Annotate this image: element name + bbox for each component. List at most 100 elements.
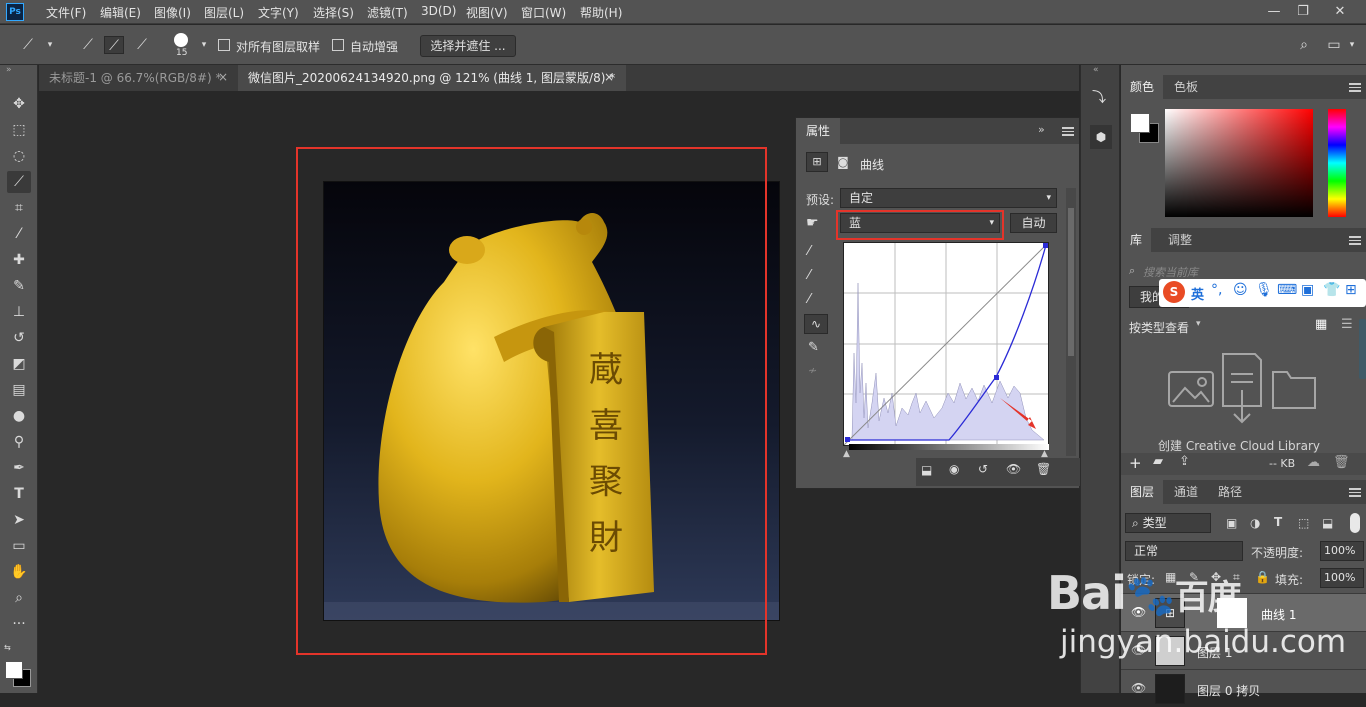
list-view-icon[interactable]: ☰ [1341,317,1353,332]
reset-icon[interactable]: ↺ [978,462,988,476]
close-button[interactable]: ✕ [1326,2,1354,22]
restore-button[interactable]: ❐ [1289,2,1317,22]
skin-icon[interactable]: 👕 [1323,282,1340,298]
swap-colors-icon[interactable]: ⇆ [4,643,14,653]
trash-icon[interactable]: 🗑 [1333,455,1350,470]
keyboard-icon[interactable]: ⌨ [1277,282,1297,298]
fill-input[interactable]: 100% [1320,568,1364,588]
menu-image[interactable]: 图像(I) [154,4,191,21]
history-brush-tool-icon[interactable]: ↺ [7,327,31,349]
visibility-eye-icon[interactable]: 👁 [1006,462,1021,476]
punctuation-icon[interactable]: °, [1211,282,1222,298]
path-selection-tool-icon[interactable]: ➤ [7,509,31,531]
menu-window[interactable]: 窗口(W) [521,4,566,21]
lasso-tool-icon[interactable]: ◌ [7,145,31,167]
voice-icon[interactable]: 🎙 [1255,282,1273,298]
workspace-icon[interactable]: ▭ [1324,36,1344,54]
smooth-curve-icon[interactable]: ≁ [808,364,817,377]
tab-properties[interactable]: 属性 [796,118,840,144]
filter-pixel-icon[interactable]: ▣ [1226,516,1237,530]
blur-tool-icon[interactable]: ● [7,405,31,427]
menu-select[interactable]: 选择(S) [313,4,354,21]
subtract-selection-icon[interactable]: ⟋ [132,36,152,54]
filter-shape-icon[interactable]: ⬚ [1298,516,1309,530]
collapse-icon[interactable]: « [1093,65,1099,75]
toolbox-icon[interactable]: ▣ [1301,282,1314,298]
filter-adjustment-icon[interactable]: ◑ [1250,516,1260,530]
view-previous-icon[interactable]: ◉ [949,462,959,476]
tab-swatches[interactable]: 色板 [1165,75,1207,99]
more-icon[interactable]: ⊞ [1345,282,1357,298]
properties-scrollbar[interactable] [1066,188,1076,456]
add-to-selection-icon[interactable]: ⟋ [104,36,124,54]
library-search-input[interactable]: 搜索当前库 [1143,264,1198,280]
tab-libraries[interactable]: 库 [1121,228,1152,252]
select-and-mask-button[interactable]: 选择并遮住 ... [420,35,516,57]
rectangle-tool-icon[interactable]: ▭ [7,535,31,557]
filter-toggle[interactable] [1350,513,1360,533]
emoji-icon[interactable]: ☺ [1233,282,1248,298]
ime-language[interactable]: 英 [1191,284,1204,303]
gray-point-eyedropper-icon[interactable]: ⁄ [808,268,810,283]
collapse-icon[interactable]: » [6,65,12,75]
auto-button[interactable]: 自动 [1010,213,1057,233]
dodge-tool-icon[interactable]: ⚲ [7,431,31,453]
chevron-down-icon[interactable]: ▾ [40,36,60,54]
new-selection-icon[interactable]: ⟋ [78,36,98,54]
brush-tool-icon[interactable]: ✎ [7,275,31,297]
gradient-tool-icon[interactable]: ▤ [7,379,31,401]
delete-icon[interactable]: 🗑 [1036,462,1051,476]
menu-view[interactable]: 视图(V) [466,4,508,21]
panel-menu-icon[interactable] [1349,236,1361,245]
view-by-type[interactable]: 按类型查看 [1129,319,1189,336]
menu-type[interactable]: 文字(Y) [258,4,299,21]
filter-smart-object-icon[interactable]: ⬓ [1322,516,1333,530]
folder-icon[interactable]: ▰ [1153,454,1163,469]
eraser-tool-icon[interactable]: ◩ [7,353,31,375]
cloud-sync-icon[interactable]: ☁ [1307,455,1320,470]
curve-point-tool-icon[interactable]: ∿ [804,314,828,334]
search-icon[interactable]: ⌕ [1294,36,1314,54]
quick-selection-tool-icon[interactable]: ⟋ [7,171,31,193]
hand-tool-icon[interactable]: ✋ [7,561,31,583]
properties-panel-icon[interactable]: ⬢ [1090,125,1112,149]
tab-layers[interactable]: 图层 [1121,480,1164,504]
crop-tool-icon[interactable]: ⌗ [7,197,31,219]
auto-enhance-checkbox[interactable] [332,39,344,51]
panel-collapse-icon[interactable]: » [1038,123,1045,136]
tab-wechat-image[interactable]: 微信图片_20200624134920.png @ 121% (曲线 1, 图层… [238,65,626,91]
healing-brush-tool-icon[interactable]: ✚ [7,249,31,271]
add-icon[interactable]: + [1129,454,1142,472]
chevron-down-icon[interactable]: ▾ [1196,319,1201,329]
sample-all-layers-checkbox[interactable] [218,39,230,51]
panel-menu-icon[interactable] [1349,488,1361,497]
layer-name[interactable]: 图层 0 拷贝 [1197,682,1260,699]
curves-graph[interactable] [843,242,1049,446]
tab-paths[interactable]: 路径 [1209,480,1251,504]
layer-row[interactable]: 👁 图层 0 拷贝 [1121,669,1366,707]
panel-menu-icon[interactable] [1349,83,1361,92]
target-adjustment-icon[interactable]: ☛ [806,215,819,231]
pen-tool-icon[interactable]: ✒ [7,457,31,479]
quick-selection-preset-icon[interactable]: ⟋ [18,36,38,54]
brush-chevron-icon[interactable]: ▾ [194,36,214,54]
clip-to-layer-icon[interactable]: ⬓ [921,463,932,477]
tab-untitled[interactable]: 未标题-1 @ 66.7%(RGB/8#) * [39,65,237,91]
lock-all-icon[interactable]: 🔒 [1255,570,1270,584]
move-tool-icon[interactable]: ✥ [7,93,31,115]
more-tools-icon[interactable]: ··· [7,613,31,635]
blend-mode-dropdown[interactable]: 正常 [1125,541,1243,561]
tab-channels[interactable]: 通道 [1165,480,1207,504]
layer-filter-dropdown[interactable]: ⌕ 类型 [1125,513,1211,533]
layer-mask-icon[interactable]: ◙ [832,152,854,172]
pencil-curve-icon[interactable]: ✎ [808,340,819,355]
layer-name[interactable]: 曲线 1 [1261,606,1296,623]
menu-file[interactable]: 文件(F) [46,4,86,21]
menu-help[interactable]: 帮助(H) [580,4,622,21]
opacity-input[interactable]: 100% [1320,541,1364,561]
foreground-color-swatch[interactable] [5,661,23,679]
black-slider-icon[interactable]: ▲ [843,449,850,459]
menu-3d[interactable]: 3D(D) [421,4,456,18]
curves-adjustment-icon[interactable]: ⊞ [806,152,828,172]
minimize-button[interactable]: — [1260,2,1288,22]
